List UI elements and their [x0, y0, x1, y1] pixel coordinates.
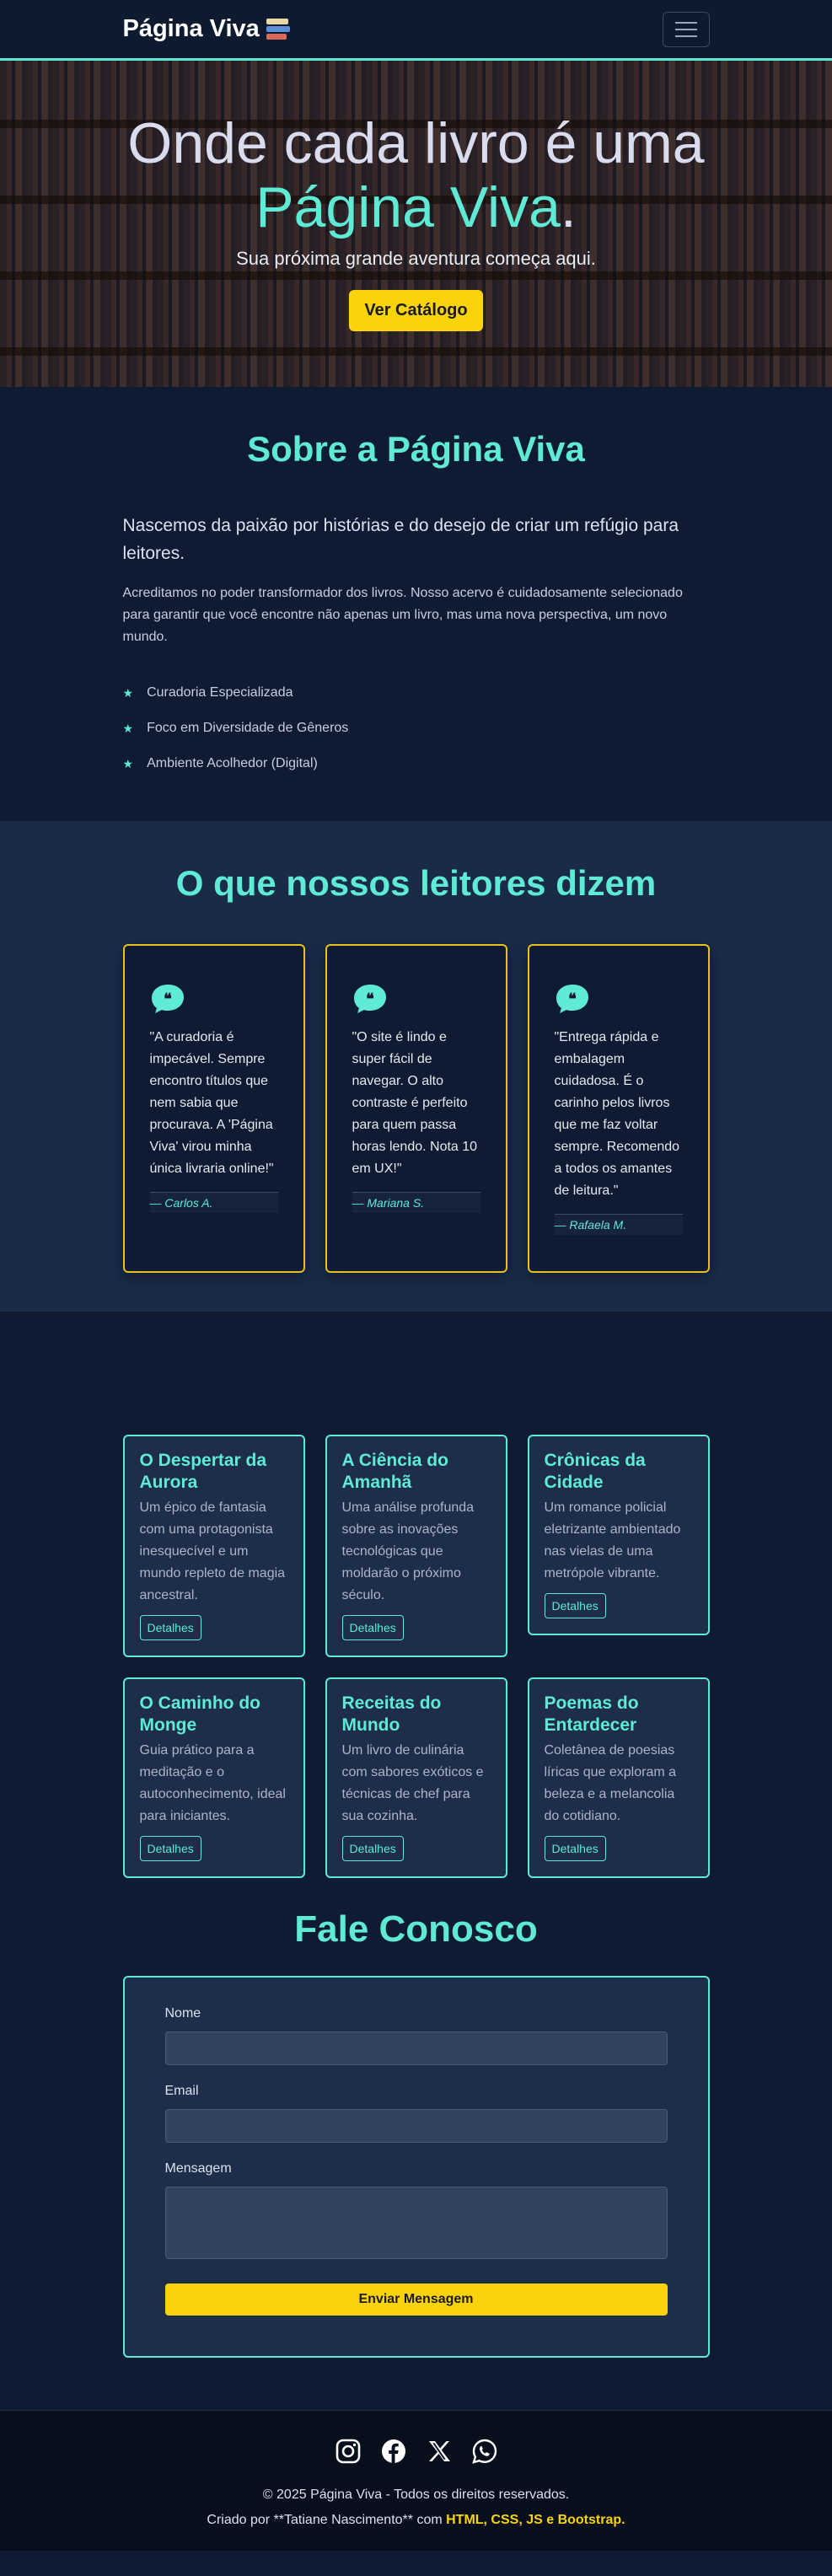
book-description: Guia prático para a meditação e o autoco…	[139, 1743, 286, 1823]
books-icon	[266, 19, 292, 40]
x-icon[interactable]	[426, 2438, 453, 2469]
book-grid: O Despertar da Aurora Um épico de fantas…	[122, 1435, 710, 1878]
navbar: Página Viva	[0, 0, 832, 61]
instagram-icon[interactable]	[335, 2438, 362, 2469]
testimonial-author: — Rafaela M.	[554, 1214, 683, 1235]
whatsapp-icon[interactable]	[471, 2438, 498, 2469]
hero-subtitle: Sua próxima grande aventura começa aqui.	[236, 248, 596, 269]
brand-logo[interactable]: Página Viva	[123, 15, 292, 43]
about-title: Sobre a Página Viva	[247, 429, 585, 469]
quote-icon: ❝	[352, 983, 388, 1015]
facebook-icon[interactable]	[380, 2438, 407, 2469]
book-description: Uma análise profunda sobre as inovações …	[341, 1500, 475, 1602]
details-button[interactable]: Detalhes	[139, 1836, 201, 1861]
contact-form: Nome Email Mensagem Enviar Mensagem	[122, 1976, 710, 2358]
testimonials-title: O que nossos leitores dizem	[175, 863, 657, 903]
details-button[interactable]: Detalhes	[544, 1836, 606, 1861]
about-lead: Nascemos da paixão por histórias e do de…	[122, 516, 679, 563]
book-title: Poemas do Entardecer	[544, 1693, 639, 1735]
details-button[interactable]: Detalhes	[139, 1615, 201, 1640]
send-message-button[interactable]: Enviar Mensagem	[164, 2284, 668, 2316]
book-title: A Ciência do Amanhã	[341, 1451, 448, 1492]
brand-name: Página Viva	[122, 15, 260, 42]
star-icon: ★	[122, 685, 134, 700]
testimonial-card: ❝ "A curadoria é impecável. Sempre encon…	[122, 944, 305, 1273]
feature-item: ★ Curadoria Especializada	[122, 685, 293, 700]
book-card: Crônicas da Cidade Um romance policial e…	[527, 1435, 710, 1635]
books-section: O Despertar da Aurora Um épico de fantas…	[0, 1312, 832, 1908]
book-card: O Despertar da Aurora Um épico de fantas…	[122, 1435, 305, 1657]
book-description: Um épico de fantasia com uma protagonist…	[139, 1500, 286, 1602]
testimonial-card: ❝ "Entrega rápida e embalagem cuidadosa.…	[527, 944, 710, 1273]
quote-icon: ❝	[150, 983, 185, 1015]
book-description: Um livro de culinária com sabores exótic…	[341, 1743, 484, 1823]
about-section: Sobre a Página Viva Nascemos da paixão p…	[0, 387, 832, 821]
details-button[interactable]: Detalhes	[341, 1615, 404, 1640]
book-description: Coletânea de poesias líricas que explora…	[544, 1743, 677, 1823]
testimonial-author: — Mariana S.	[352, 1192, 480, 1213]
name-field[interactable]	[164, 2031, 668, 2065]
book-card: Poemas do Entardecer Coletânea de poesia…	[527, 1677, 710, 1878]
quote-icon: ❝	[555, 983, 590, 1015]
hamburger-icon	[674, 21, 697, 24]
book-card: A Ciência do Amanhã Uma análise profunda…	[325, 1435, 507, 1657]
message-field[interactable]	[164, 2187, 668, 2259]
book-card: O Caminho do Monge Guia prático para a m…	[122, 1677, 305, 1878]
hero-title: Onde cada livro é uma Página Viva.	[127, 111, 705, 239]
book-title: Receitas do Mundo	[341, 1693, 442, 1735]
book-description: Um romance policial eletrizante ambienta…	[544, 1500, 681, 1580]
about-body: Acreditamos no poder transformador dos l…	[122, 586, 683, 644]
svg-text:❝: ❝	[164, 990, 172, 1007]
catalog-button[interactable]: Ver Catálogo	[349, 290, 483, 331]
testimonial-author: — Carlos A.	[149, 1192, 278, 1213]
star-icon: ★	[122, 721, 134, 735]
credit-text: Criado por **Tatiane Nascimento** com HT…	[207, 2513, 625, 2527]
testimonial-text: "O site é lindo e super fácil de navegar…	[352, 1030, 478, 1176]
testimonial-text: "Entrega rápida e embalagem cuidadosa. É…	[554, 1030, 680, 1198]
footer: © 2025 Página Viva - Todos os direitos r…	[0, 2410, 832, 2551]
svg-text:❝: ❝	[366, 990, 374, 1007]
svg-text:❝: ❝	[568, 990, 577, 1007]
details-button[interactable]: Detalhes	[341, 1836, 404, 1861]
copyright-text: © 2025 Página Viva - Todos os direitos r…	[262, 2487, 570, 2502]
testimonial-card: ❝ "O site é lindo e super fácil de naveg…	[325, 944, 507, 1273]
tech-highlight: HTML, CSS, JS e Bootstrap.	[446, 2513, 625, 2527]
testimonials-section: O que nossos leitores dizem ❝ "A curador…	[0, 821, 832, 1312]
menu-toggle-button[interactable]	[662, 11, 710, 47]
contact-title: Fale Conosco	[294, 1908, 538, 1950]
feature-item: ★ Foco em Diversidade de Gêneros	[122, 721, 349, 735]
star-icon: ★	[122, 756, 134, 770]
name-label: Nome	[164, 2006, 201, 2021]
book-title: O Despertar da Aurora	[139, 1451, 267, 1492]
feature-list: ★ Curadoria Especializada ★ Foco em Divers…	[123, 675, 710, 781]
email-field[interactable]	[164, 2109, 668, 2143]
book-title: Crônicas da Cidade	[544, 1451, 646, 1492]
book-title: O Caminho do Monge	[139, 1693, 261, 1735]
book-card: Receitas do Mundo Um livro de culinária …	[325, 1677, 507, 1878]
contact-section: Fale Conosco Nome Email Mensagem Enviar …	[0, 1908, 832, 2410]
hero-section: Onde cada livro é uma Página Viva. Sua p…	[0, 61, 832, 387]
message-label: Mensagem	[164, 2161, 232, 2176]
hero-title-accent: Página Viva	[255, 175, 561, 239]
email-label: Email	[164, 2084, 199, 2098]
feature-item: ★ Ambiente Acolhedor (Digital)	[122, 756, 318, 770]
testimonial-text: "A curadoria é impecável. Sempre encontr…	[149, 1030, 274, 1176]
details-button[interactable]: Detalhes	[544, 1593, 606, 1618]
social-links	[0, 2438, 832, 2469]
